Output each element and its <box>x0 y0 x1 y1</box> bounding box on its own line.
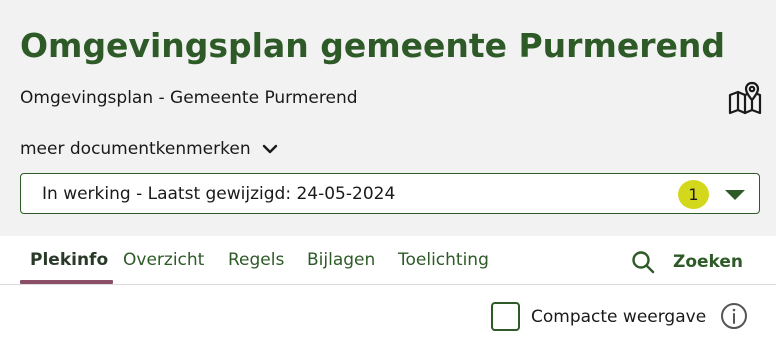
document-header: Omgevingsplan gemeente Purmerend Omgevin… <box>0 0 776 236</box>
tab-bijlagen[interactable]: Bijlagen <box>307 250 375 270</box>
metadata-toggle-label: meer documentkenmerken <box>20 139 251 159</box>
search-button[interactable]: Zoeken <box>631 250 743 274</box>
page-subtitle: Omgevingsplan - Gemeente Purmerend <box>20 88 358 108</box>
chevron-down-icon <box>262 144 277 154</box>
search-label: Zoeken <box>673 252 744 272</box>
active-tab-indicator <box>20 280 113 284</box>
page-title: Omgevingsplan gemeente Purmerend <box>20 26 725 65</box>
document-tabs: Plekinfo Overzicht Regels Bijlagen Toeli… <box>0 236 776 285</box>
info-icon[interactable] <box>720 302 748 330</box>
version-status-value: In werking - Laatst gewijzigd: 24-05-202… <box>42 184 396 204</box>
compact-view-checkbox[interactable] <box>491 302 520 331</box>
compact-view-toggle[interactable]: Compacte weergave <box>491 302 706 331</box>
version-status-select[interactable]: In werking - Laatst gewijzigd: 24-05-202… <box>20 173 760 214</box>
map-pin-icon[interactable] <box>727 81 763 115</box>
compact-view-label: Compacte weergave <box>531 306 707 327</box>
tab-overzicht[interactable]: Overzicht <box>123 250 204 270</box>
document-metadata-toggle[interactable]: meer documentkenmerken <box>20 138 279 160</box>
tab-toelichting[interactable]: Toelichting <box>398 250 489 270</box>
tab-regels[interactable]: Regels <box>228 250 284 270</box>
tab-plekinfo[interactable]: Plekinfo <box>30 250 108 270</box>
caret-down-icon <box>725 190 745 200</box>
search-icon <box>632 251 655 274</box>
version-count-badge: 1 <box>678 180 709 209</box>
